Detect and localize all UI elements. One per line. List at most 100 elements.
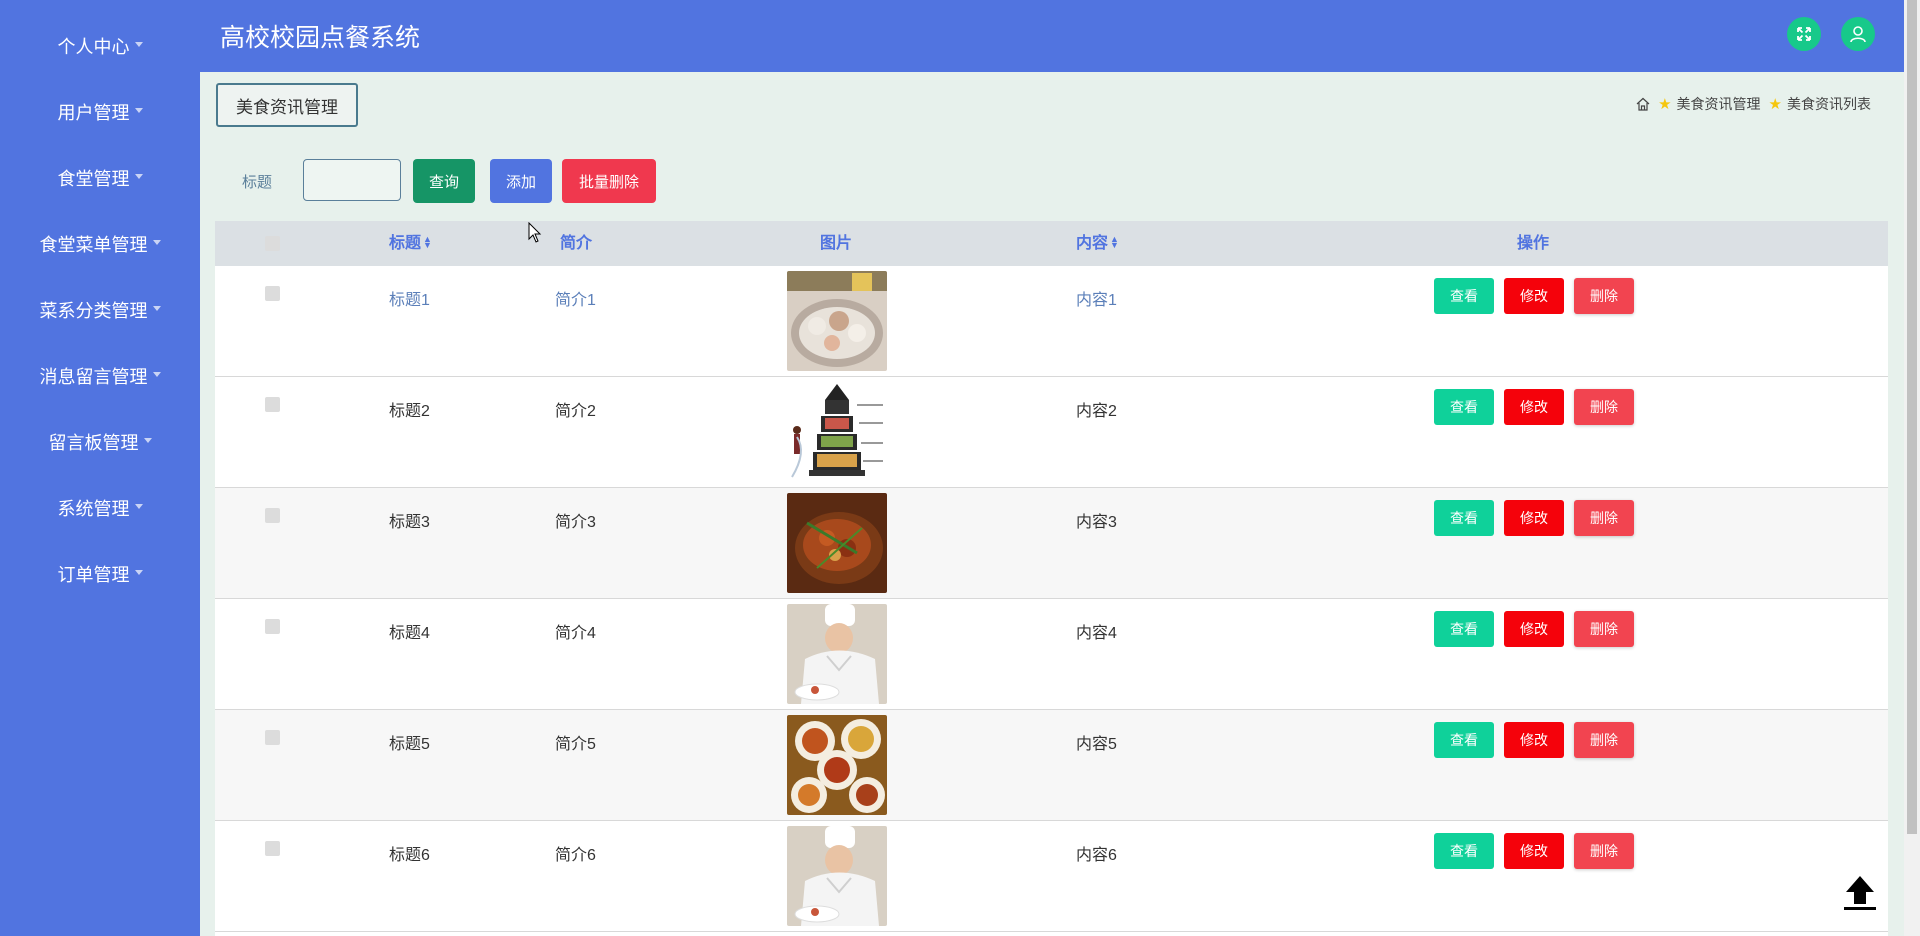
delete-button[interactable]: 删除 xyxy=(1574,278,1634,314)
edit-button[interactable]: 修改 xyxy=(1504,389,1564,425)
sidebar-item-label: 食堂菜单管理 xyxy=(39,235,148,255)
table-row: 标题5 简介5 内容5 查看 修改 删除 xyxy=(215,710,1888,821)
sidebar-item-canteen-menu-management[interactable]: 食堂菜单管理 xyxy=(0,211,200,277)
cell-content: 内容2 xyxy=(1076,403,1117,420)
sidebar-item-cuisine-category-management[interactable]: 菜系分类管理 xyxy=(0,277,200,343)
user-icon xyxy=(1850,26,1866,43)
delete-button[interactable]: 删除 xyxy=(1574,500,1634,536)
query-button[interactable]: 查询 xyxy=(413,159,475,203)
chevron-down-icon xyxy=(152,239,161,245)
sidebar: 个人中心 用户管理 食堂管理 食堂菜单管理 菜系分类管理 消息留言管理 留言板管… xyxy=(0,0,200,936)
sidebar-item-message-management[interactable]: 消息留言管理 xyxy=(0,343,200,409)
user-button[interactable] xyxy=(1841,17,1875,51)
sidebar-item-label: 留言板管理 xyxy=(48,433,139,453)
cell-content: 内容4 xyxy=(1076,625,1117,642)
view-button[interactable]: 查看 xyxy=(1434,389,1494,425)
cell-title: 标题2 xyxy=(389,403,430,420)
food-image xyxy=(787,382,887,482)
table-row: 标题4 简介4 内容4 查看 修改 删除 xyxy=(215,599,1888,710)
row-checkbox[interactable] xyxy=(265,841,280,856)
sort-icon[interactable]: ▲ ▼ xyxy=(1110,234,1119,249)
sidebar-item-order-management[interactable]: 订单管理 xyxy=(0,541,200,607)
sidebar-item-canteen-management[interactable]: 食堂管理 xyxy=(0,145,200,211)
page-scrollbar[interactable] xyxy=(1904,0,1920,936)
table-row: 标题2 简介2 内容2 查看 修改 删除 xyxy=(215,377,1888,488)
edit-button[interactable]: 修改 xyxy=(1504,500,1564,536)
sidebar-item-personal-center[interactable]: 个人中心 xyxy=(0,13,200,79)
sidebar-item-label: 订单管理 xyxy=(57,565,130,585)
fullscreen-button[interactable] xyxy=(1787,17,1821,51)
table-row: 标题6 简介6 内容6 查看 修改 删除 xyxy=(215,821,1888,932)
column-header-intro: 简介 xyxy=(560,235,593,252)
food-image xyxy=(787,826,887,926)
view-button[interactable]: 查看 xyxy=(1434,722,1494,758)
add-button[interactable]: 添加 xyxy=(490,159,552,203)
select-all-checkbox[interactable] xyxy=(265,236,280,251)
view-button[interactable]: 查看 xyxy=(1434,833,1494,869)
sort-icon[interactable]: ▲ ▼ xyxy=(423,234,432,249)
mouse-cursor-icon xyxy=(528,222,542,243)
sidebar-item-label: 菜系分类管理 xyxy=(39,301,148,321)
chevron-down-icon xyxy=(152,371,161,377)
chevron-down-icon xyxy=(134,107,143,113)
scrollbar-thumb[interactable] xyxy=(1907,0,1917,834)
top-bar: 高校校园点餐系统 xyxy=(200,0,1904,72)
row-checkbox[interactable] xyxy=(265,286,280,301)
sidebar-item-user-management[interactable]: 用户管理 xyxy=(0,79,200,145)
food-image xyxy=(787,715,887,815)
sidebar-item-label: 个人中心 xyxy=(57,37,130,57)
cell-intro: 简介3 xyxy=(555,514,596,531)
row-checkbox[interactable] xyxy=(265,619,280,634)
food-image xyxy=(787,604,887,704)
star-icon: ★ xyxy=(1658,96,1672,113)
home-icon[interactable] xyxy=(1636,97,1650,111)
star-icon: ★ xyxy=(1768,96,1782,113)
edit-button[interactable]: 修改 xyxy=(1504,722,1564,758)
row-checkbox[interactable] xyxy=(265,730,280,745)
breadcrumb-item[interactable]: 美食资讯管理 xyxy=(1677,94,1761,114)
sidebar-item-label: 系统管理 xyxy=(57,499,130,519)
delete-button[interactable]: 删除 xyxy=(1574,611,1634,647)
cell-content: 内容6 xyxy=(1076,847,1117,864)
news-table: 标题 ▲ ▼ 简介 图片 内容 ▲ ▼ 操作 标题1 简介1 内容1 查看 修改 删除 xyxy=(215,221,1888,936)
search-title-input[interactable] xyxy=(303,159,401,201)
delete-button[interactable]: 删除 xyxy=(1574,389,1634,425)
chevron-down-icon xyxy=(152,305,161,311)
view-button[interactable]: 查看 xyxy=(1434,278,1494,314)
table-header: 标题 ▲ ▼ 简介 图片 内容 ▲ ▼ 操作 xyxy=(215,221,1888,266)
cell-intro: 简介2 xyxy=(555,403,596,420)
batch-delete-button[interactable]: 批量删除 xyxy=(562,159,656,203)
back-to-top-button[interactable] xyxy=(1842,872,1878,912)
food-image xyxy=(787,271,887,371)
table-row: 标题3 简介3 内容3 查看 修改 删除 xyxy=(215,488,1888,599)
column-header-title[interactable]: 标题 ▲ ▼ xyxy=(389,221,432,266)
row-checkbox[interactable] xyxy=(265,508,280,523)
table-row: 标题1 简介1 内容1 查看 修改 删除 xyxy=(215,266,1888,377)
cell-title: 标题4 xyxy=(389,625,430,642)
sidebar-item-label: 消息留言管理 xyxy=(39,367,148,387)
cell-title: 标题3 xyxy=(389,514,430,531)
column-header-actions: 操作 xyxy=(1517,235,1550,252)
row-checkbox[interactable] xyxy=(265,397,280,412)
cell-content: 内容1 xyxy=(1076,292,1117,309)
sidebar-item-system-management[interactable]: 系统管理 xyxy=(0,475,200,541)
breadcrumb: ★ 美食资讯管理 ★ 美食资讯列表 xyxy=(1636,94,1871,114)
edit-button[interactable]: 修改 xyxy=(1504,611,1564,647)
food-image xyxy=(787,493,887,593)
breadcrumb-item[interactable]: 美食资讯列表 xyxy=(1787,94,1871,114)
view-button[interactable]: 查看 xyxy=(1434,500,1494,536)
cell-intro: 简介1 xyxy=(555,292,596,309)
expand-icon xyxy=(1797,27,1811,41)
edit-button[interactable]: 修改 xyxy=(1504,278,1564,314)
cell-intro: 简介5 xyxy=(555,736,596,753)
cell-title: 标题6 xyxy=(389,847,430,864)
edit-button[interactable]: 修改 xyxy=(1504,833,1564,869)
sidebar-item-message-board-management[interactable]: 留言板管理 xyxy=(0,409,200,475)
view-button[interactable]: 查看 xyxy=(1434,611,1494,647)
cell-title: 标题5 xyxy=(389,736,430,753)
chevron-down-icon xyxy=(143,437,152,443)
delete-button[interactable]: 删除 xyxy=(1574,722,1634,758)
column-header-content[interactable]: 内容 ▲ ▼ xyxy=(1076,221,1119,266)
search-title-label: 标题 xyxy=(242,174,273,191)
delete-button[interactable]: 删除 xyxy=(1574,833,1634,869)
